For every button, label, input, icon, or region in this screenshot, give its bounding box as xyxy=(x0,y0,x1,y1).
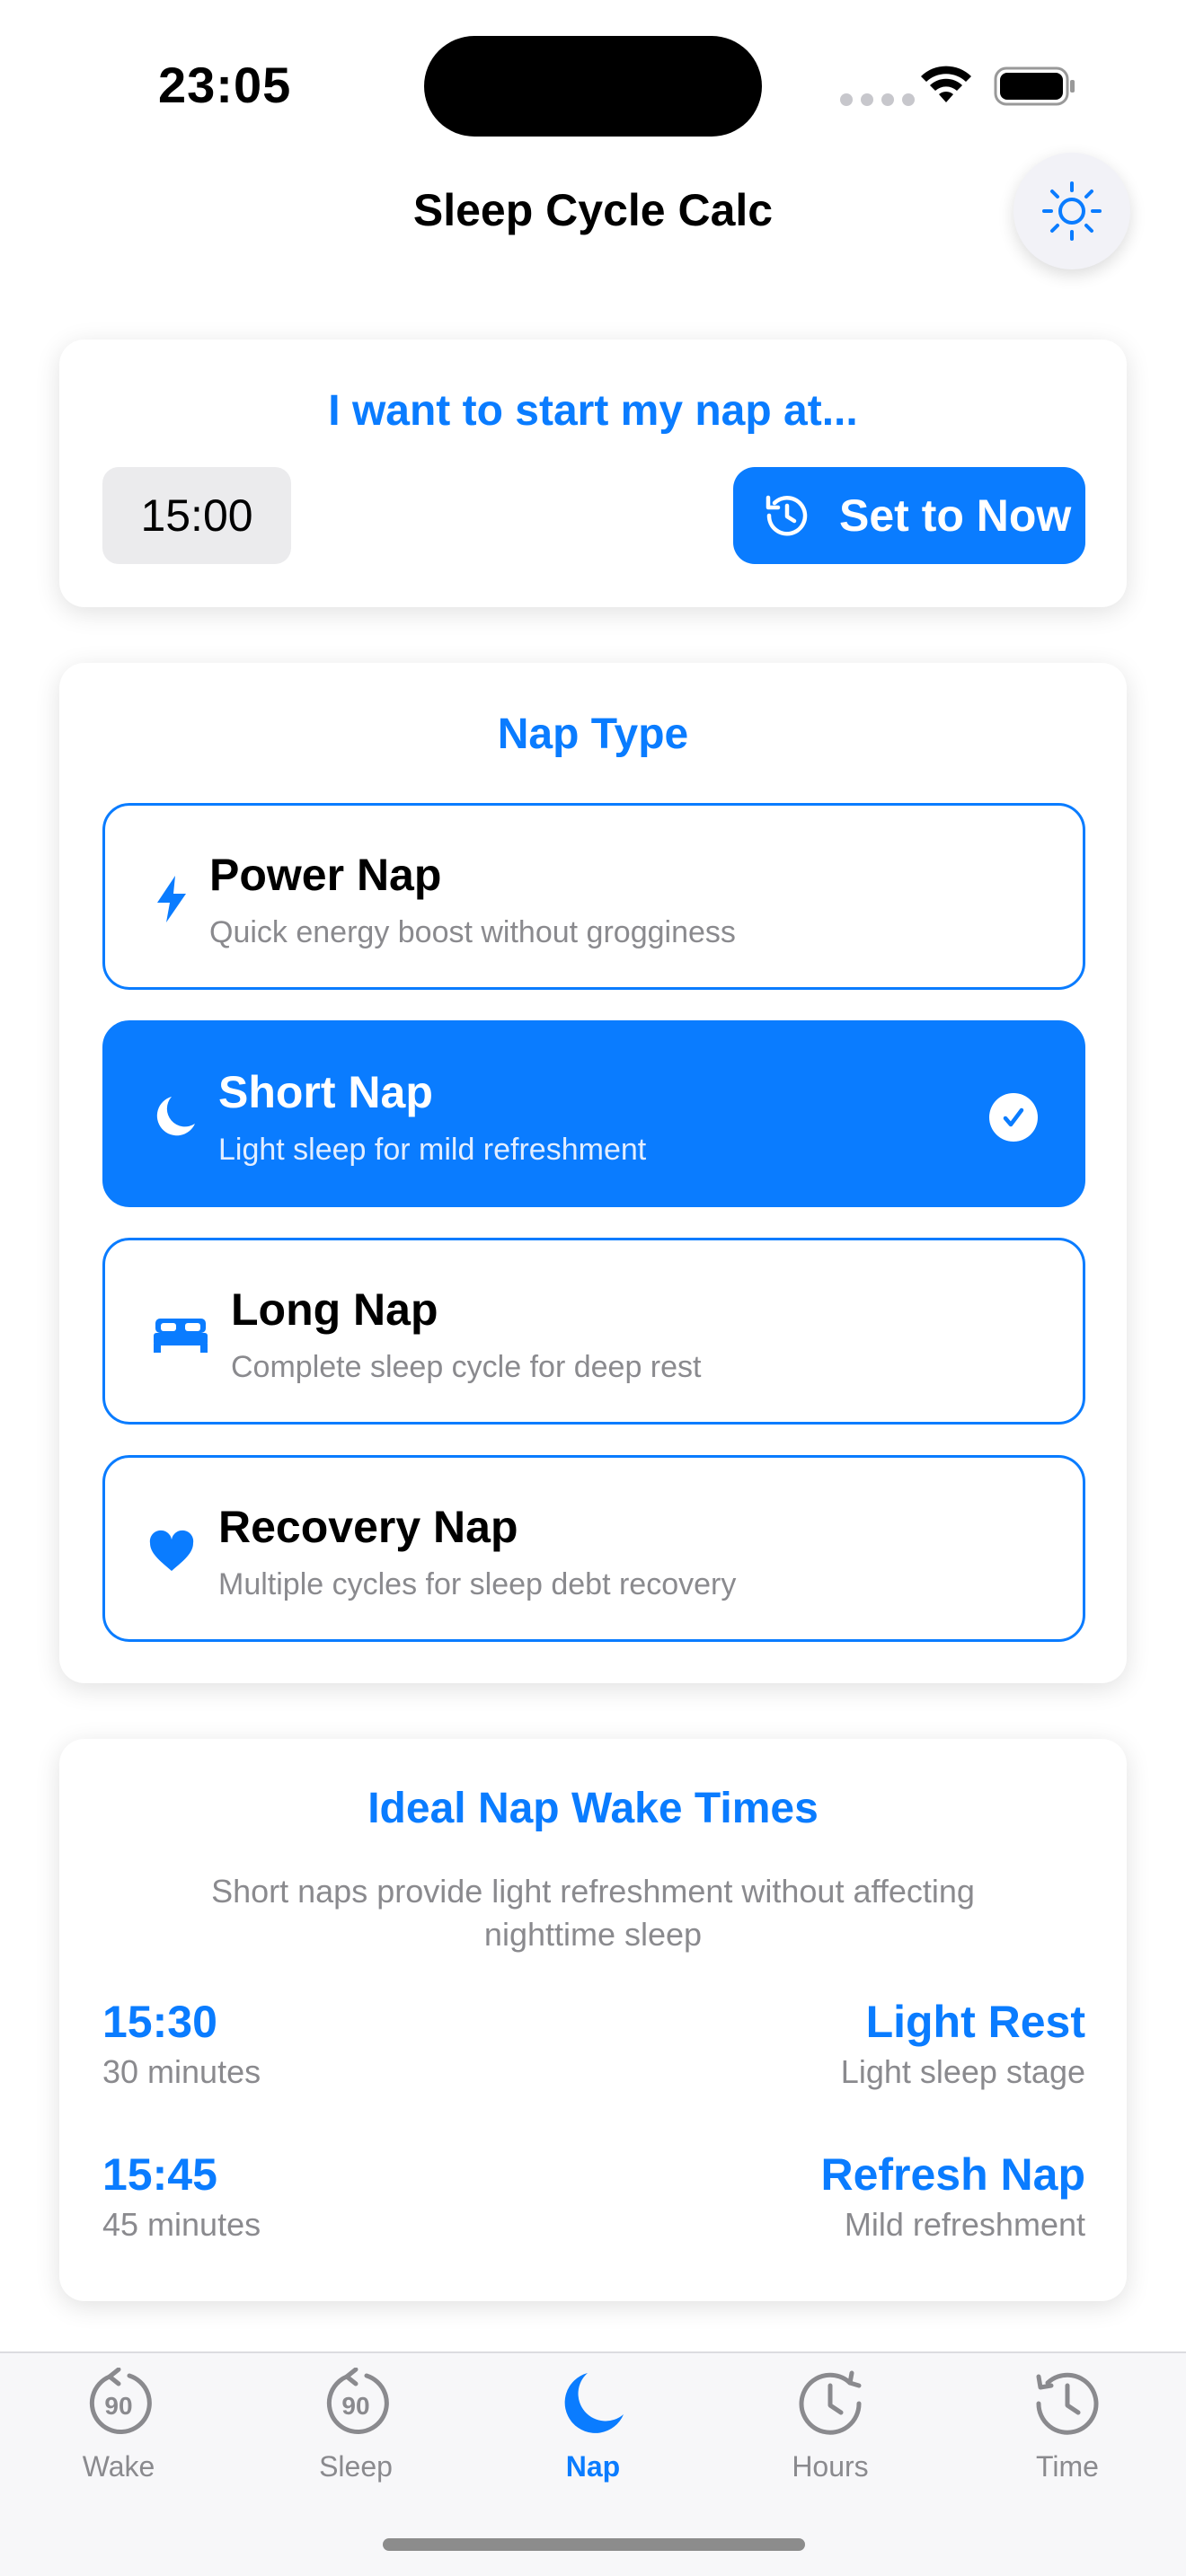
tab-label: Time xyxy=(1036,2450,1099,2483)
clock-forward-icon xyxy=(792,2366,868,2441)
wake-times-card: Ideal Nap Wake Times Short naps provide … xyxy=(59,1739,1127,2301)
bed-icon xyxy=(152,1309,209,1359)
wake-label: Light Rest xyxy=(865,1997,1085,2047)
option-power-nap[interactable]: Power Nap Quick energy boost without gro… xyxy=(102,803,1085,990)
status-time: 23:05 xyxy=(158,57,292,113)
wake-stage: Light sleep stage xyxy=(840,2053,1085,2090)
heart-icon xyxy=(146,1526,197,1576)
wake-time: 15:45 xyxy=(102,2149,217,2200)
tab-nap[interactable]: Nap xyxy=(503,2353,683,2533)
option-title: Short Nap xyxy=(218,1067,433,1117)
svg-text:90: 90 xyxy=(104,2392,132,2420)
wake-times-subtitle: Short naps provide light refreshment wit… xyxy=(211,1873,975,1953)
wake-stage: Mild refreshment xyxy=(844,2206,1085,2243)
option-desc: Complete sleep cycle for deep rest xyxy=(231,1350,702,1384)
nap-type-card: Nap Type Power Nap Quick energy boost wi… xyxy=(59,663,1127,1683)
clock-history-icon xyxy=(766,495,808,536)
checkmark-icon xyxy=(989,1093,1038,1142)
start-time-picker[interactable]: 15:00 xyxy=(102,467,291,564)
app-screen: 23:05 Sleep Cycle Calc I want to start m… xyxy=(0,0,1186,2576)
theme-toggle-button[interactable] xyxy=(1013,153,1130,269)
tab-label: Sleep xyxy=(319,2450,393,2483)
tab-wake[interactable]: 90 Wake xyxy=(29,2353,208,2533)
option-recovery-nap[interactable]: Recovery Nap Multiple cycles for sleep d… xyxy=(102,1455,1085,1642)
clock-back-icon xyxy=(1030,2366,1105,2441)
option-title: Long Nap xyxy=(231,1284,438,1335)
option-title: Recovery Nap xyxy=(218,1502,518,1552)
start-time-title: I want to start my nap at... xyxy=(328,387,858,435)
tab-label: Wake xyxy=(82,2450,155,2483)
tab-label: Hours xyxy=(792,2450,869,2483)
wifi-icon xyxy=(921,66,971,102)
tab-label: Nap xyxy=(565,2450,621,2483)
option-long-nap[interactable]: Long Nap Complete sleep cycle for deep r… xyxy=(102,1238,1085,1425)
wake-duration: 30 minutes xyxy=(102,2053,261,2090)
wake-time-row[interactable]: 15:30 30 minutes Light Rest Light sleep … xyxy=(102,1996,1085,2095)
nap-type-title: Nap Type xyxy=(497,710,689,758)
option-short-nap[interactable]: Short Nap Light sleep for mild refreshme… xyxy=(102,1020,1085,1207)
home-indicator[interactable] xyxy=(383,2538,805,2551)
set-to-now-button[interactable]: Set to Now xyxy=(733,467,1085,564)
option-desc: Quick energy boost without grogginess xyxy=(209,915,736,949)
option-desc: Multiple cycles for sleep debt recovery xyxy=(218,1567,737,1601)
moon-icon xyxy=(555,2366,631,2441)
cycle-90-icon: 90 xyxy=(318,2366,394,2441)
wake-time-row[interactable]: 15:45 45 minutes Refresh Nap Mild refres… xyxy=(102,2148,1085,2247)
wake-times-title: Ideal Nap Wake Times xyxy=(367,1785,819,1832)
dynamic-island xyxy=(424,36,762,137)
wake-duration: 45 minutes xyxy=(102,2206,261,2243)
start-time-card: I want to start my nap at... 15:00 Set t… xyxy=(59,340,1127,607)
wake-label: Refresh Nap xyxy=(820,2149,1085,2200)
cycle-90-icon: 90 xyxy=(81,2366,156,2441)
wake-time: 15:30 xyxy=(102,1997,217,2047)
tab-sleep[interactable]: 90 Sleep xyxy=(266,2353,446,2533)
svg-text:90: 90 xyxy=(341,2392,369,2420)
option-title: Power Nap xyxy=(209,850,442,900)
tab-hours[interactable]: Hours xyxy=(740,2353,920,2533)
option-desc: Light sleep for mild refreshment xyxy=(218,1133,647,1167)
set-to-now-label: Set to Now xyxy=(839,490,1072,541)
cellular-signal-icon xyxy=(840,93,915,106)
sun-icon xyxy=(1042,181,1102,241)
tab-time[interactable]: Time xyxy=(978,2353,1157,2533)
moon-icon xyxy=(150,1091,200,1142)
bolt-icon xyxy=(146,874,197,924)
page-title: Sleep Cycle Calc xyxy=(412,185,774,235)
battery-icon xyxy=(994,66,1075,106)
